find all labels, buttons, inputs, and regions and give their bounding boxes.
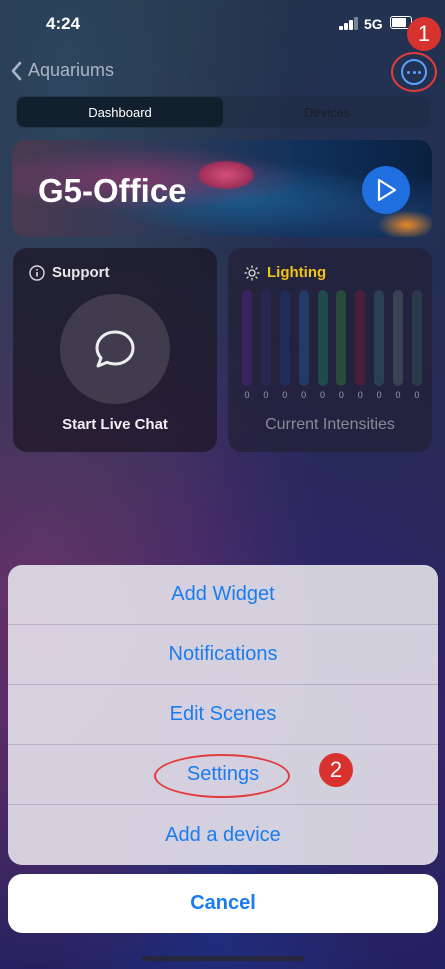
intensity-value: 0 [357,390,363,400]
intensity-value: 0 [263,390,269,400]
support-card[interactable]: Support Start Live Chat [13,248,217,452]
aquarium-title: G5-Office [38,172,187,209]
intensity-bar [260,290,271,386]
intensity-bars [242,290,422,386]
live-chat-button[interactable] [60,294,170,404]
intensity-values: 0 0 0 0 0 0 0 0 0 0 [242,390,422,400]
annotation-circle-settings [154,754,290,798]
intensity-value: 0 [319,390,325,400]
intensity-value: 0 [338,390,344,400]
support-header: Support [29,264,110,281]
intensity-bar [298,290,309,386]
intensity-bar [279,290,290,386]
intensity-bar [317,290,328,386]
intensity-value: 0 [414,390,420,400]
action-sheet: Add Widget Notifications Edit Scenes Set… [8,565,438,865]
start-live-chat-label: Start Live Chat [62,416,168,433]
banner-photo-fish [377,210,432,237]
chat-bubble-icon [95,330,135,368]
chevron-left-icon [11,61,22,80]
play-icon [377,178,397,202]
add-widget-option[interactable]: Add Widget [8,565,438,625]
segmented-control: Dashboard Devices [16,96,430,128]
current-intensities-label: Current Intensities [265,416,395,433]
add-device-option[interactable]: Add a device [8,805,438,865]
lighting-title: Lighting [267,264,327,281]
network-label: 5G [364,16,383,32]
status-bar: 4:24 5G [0,0,445,48]
banner-photo-fish [196,160,256,190]
edit-scenes-option[interactable]: Edit Scenes [8,685,438,745]
back-label: Aquariums [28,60,115,80]
intensity-value: 0 [282,390,288,400]
aquarium-banner[interactable]: G5-Office [12,140,432,237]
lighting-header: Lighting [244,264,326,281]
play-button[interactable] [362,166,410,214]
intensity-value: 0 [244,390,250,400]
annotation-circle-more [391,52,437,92]
tab-dashboard[interactable]: Dashboard [17,97,223,127]
back-button[interactable]: Aquariums [10,60,114,81]
annotation-badge-2: 2 [319,753,353,787]
intensity-bar [374,290,385,386]
status-time: 4:24 [46,14,81,33]
intensity-value: 0 [376,390,382,400]
notifications-option[interactable]: Notifications [8,625,438,685]
annotation-badge-1: 1 [407,17,441,51]
cancel-button[interactable]: Cancel [8,874,438,933]
lighting-card[interactable]: Lighting 0 0 0 0 0 0 0 0 0 0 Current Intensities [228,248,432,452]
home-indicator [142,956,304,961]
intensity-bar [242,290,252,386]
tab-devices[interactable]: Devices [224,96,430,128]
signal-icon [339,17,359,30]
support-title: Support [52,264,110,281]
info-icon [29,264,45,281]
intensity-bar [393,290,403,386]
intensity-value: 0 [301,390,307,400]
intensity-bar [355,290,366,386]
intensity-value: 0 [395,390,401,400]
sun-icon [244,264,260,281]
intensity-bar [336,290,347,386]
intensity-bar [411,290,422,386]
